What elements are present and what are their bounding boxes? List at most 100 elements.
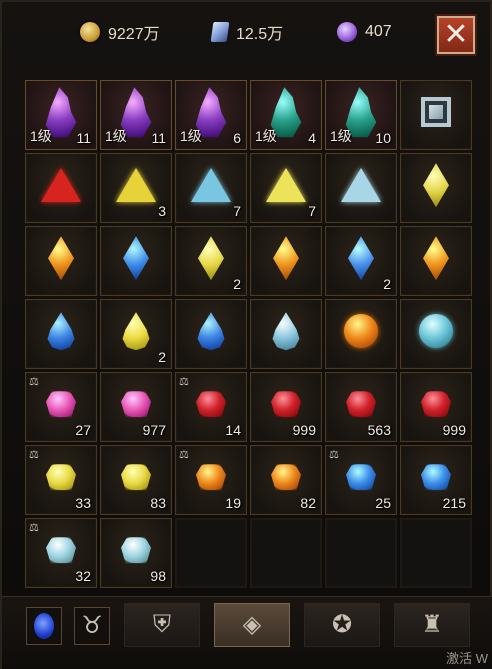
item-slot[interactable]: ⚖ 25 xyxy=(325,445,397,515)
item-count: 7 xyxy=(233,203,241,219)
scale-icon: ⚖ xyxy=(329,449,339,461)
watermark-text: 激活 W xyxy=(446,651,488,666)
scale-icon: ⚖ xyxy=(179,376,189,388)
item-slot[interactable]: 83 xyxy=(100,445,172,515)
rough-gem-icon xyxy=(196,464,226,491)
rough-gem-icon xyxy=(421,391,451,418)
item-slot[interactable]: 1级 11 xyxy=(25,80,97,150)
bottom-tab[interactable]: ♉ xyxy=(74,607,110,645)
item-count: 19 xyxy=(225,495,241,511)
teardrop-gem-icon xyxy=(47,312,75,351)
item-slot[interactable]: 2 xyxy=(100,299,172,369)
item-count: 83 xyxy=(150,495,166,511)
item-slot[interactable]: ⚖ 27 xyxy=(25,372,97,442)
rough-gem-icon xyxy=(121,464,151,491)
marquise-gem-icon xyxy=(273,236,299,281)
item-count: 977 xyxy=(142,422,166,438)
scale-icon: ⚖ xyxy=(29,376,39,388)
marquise-gem-icon xyxy=(348,236,374,281)
item-count: 33 xyxy=(75,495,91,511)
item-slot[interactable]: ⚖ 19 xyxy=(175,445,247,515)
empty-slot[interactable] xyxy=(250,518,322,588)
orb-icon xyxy=(337,22,357,42)
item-slot[interactable]: 999 xyxy=(400,372,472,442)
rough-gem-icon xyxy=(421,464,451,491)
bottom-tab[interactable]: ♜ xyxy=(394,603,470,647)
item-count: 25 xyxy=(375,495,391,511)
item-slot[interactable]: 98 xyxy=(100,518,172,588)
item-slot[interactable] xyxy=(250,299,322,369)
shard-amount: 12.5万 xyxy=(236,26,284,43)
rough-gem-icon xyxy=(346,464,376,491)
item-slot[interactable]: 1级 4 xyxy=(250,80,322,150)
gem-pouch-tab-icon: ◈ xyxy=(242,611,262,638)
gold-currency: 9227万 xyxy=(80,20,160,44)
sapphire-tab-icon xyxy=(34,613,54,639)
rough-gem-icon xyxy=(121,537,151,564)
item-slot[interactable] xyxy=(325,299,397,369)
close-icon: ✕ xyxy=(443,18,469,51)
item-slot[interactable]: 7 xyxy=(175,153,247,223)
empty-slot[interactable] xyxy=(175,518,247,588)
bottom-tab[interactable]: ✪ xyxy=(304,603,380,647)
item-slot[interactable]: 3 xyxy=(100,153,172,223)
helmet-tab-icon: ⛨ xyxy=(153,611,171,638)
item-slot[interactable]: 977 xyxy=(100,372,172,442)
item-slot[interactable]: 1级 11 xyxy=(100,80,172,150)
marquise-gem-icon xyxy=(123,236,149,281)
triangle-gem-icon xyxy=(116,168,156,203)
shard-currency: 12.5万 xyxy=(210,20,284,44)
item-slot[interactable]: 7 xyxy=(250,153,322,223)
item-slot[interactable] xyxy=(25,299,97,369)
item-slot[interactable] xyxy=(25,226,97,296)
empty-slot[interactable] xyxy=(400,518,472,588)
empty-slot[interactable] xyxy=(325,518,397,588)
item-slot[interactable] xyxy=(325,153,397,223)
item-slot[interactable]: 2 xyxy=(325,226,397,296)
item-count: 999 xyxy=(292,422,316,438)
bottom-tab[interactable] xyxy=(26,607,62,645)
rough-gem-icon xyxy=(46,537,76,564)
item-slot[interactable]: 1级 10 xyxy=(325,80,397,150)
rough-gem-icon xyxy=(271,464,301,491)
item-slot[interactable]: ⚖ 33 xyxy=(25,445,97,515)
item-slot[interactable] xyxy=(100,226,172,296)
item-slot[interactable] xyxy=(25,153,97,223)
bottom-tab[interactable]: ◈ xyxy=(214,603,290,647)
item-count: 563 xyxy=(367,422,391,438)
orb-amount: 407 xyxy=(365,23,392,40)
teardrop-gem-icon xyxy=(197,312,225,351)
item-slot[interactable]: 2 xyxy=(175,226,247,296)
bottom-tab[interactable]: ⛨ xyxy=(124,603,200,647)
marquise-gem-icon xyxy=(423,236,449,281)
item-slot[interactable]: 215 xyxy=(400,445,472,515)
rune-tab-icon: ✪ xyxy=(331,611,353,638)
scale-icon: ⚖ xyxy=(29,522,39,534)
scale-icon: ⚖ xyxy=(29,449,39,461)
item-slot[interactable]: 82 xyxy=(250,445,322,515)
item-slot[interactable]: 563 xyxy=(325,372,397,442)
item-count: 215 xyxy=(442,495,466,511)
item-slot[interactable]: ⚖ 14 xyxy=(175,372,247,442)
marquise-gem-icon xyxy=(423,163,449,208)
item-slot[interactable] xyxy=(400,299,472,369)
item-count: 2 xyxy=(383,276,391,292)
inventory-panel: 9227万 12.5万 407 ✕ 1级 11 1级 11 1级 6 1级 4 1级 10 3 7 7 2… xyxy=(0,0,492,669)
close-button[interactable]: ✕ xyxy=(435,14,477,56)
item-slot[interactable] xyxy=(400,80,472,150)
marquise-gem-icon xyxy=(48,236,74,281)
item-slot[interactable]: 1级 6 xyxy=(175,80,247,150)
item-slot[interactable] xyxy=(400,226,472,296)
item-slot[interactable]: ⚖ 32 xyxy=(25,518,97,588)
rough-gem-icon xyxy=(196,391,226,418)
item-slot[interactable] xyxy=(175,299,247,369)
item-count: 27 xyxy=(75,422,91,438)
item-level: 1级 xyxy=(180,128,202,144)
item-count: 14 xyxy=(225,422,241,438)
item-slot[interactable]: 999 xyxy=(250,372,322,442)
rough-gem-icon xyxy=(121,391,151,418)
item-slot[interactable] xyxy=(250,226,322,296)
item-count: 10 xyxy=(375,130,391,146)
item-count: 3 xyxy=(158,203,166,219)
item-slot[interactable] xyxy=(400,153,472,223)
